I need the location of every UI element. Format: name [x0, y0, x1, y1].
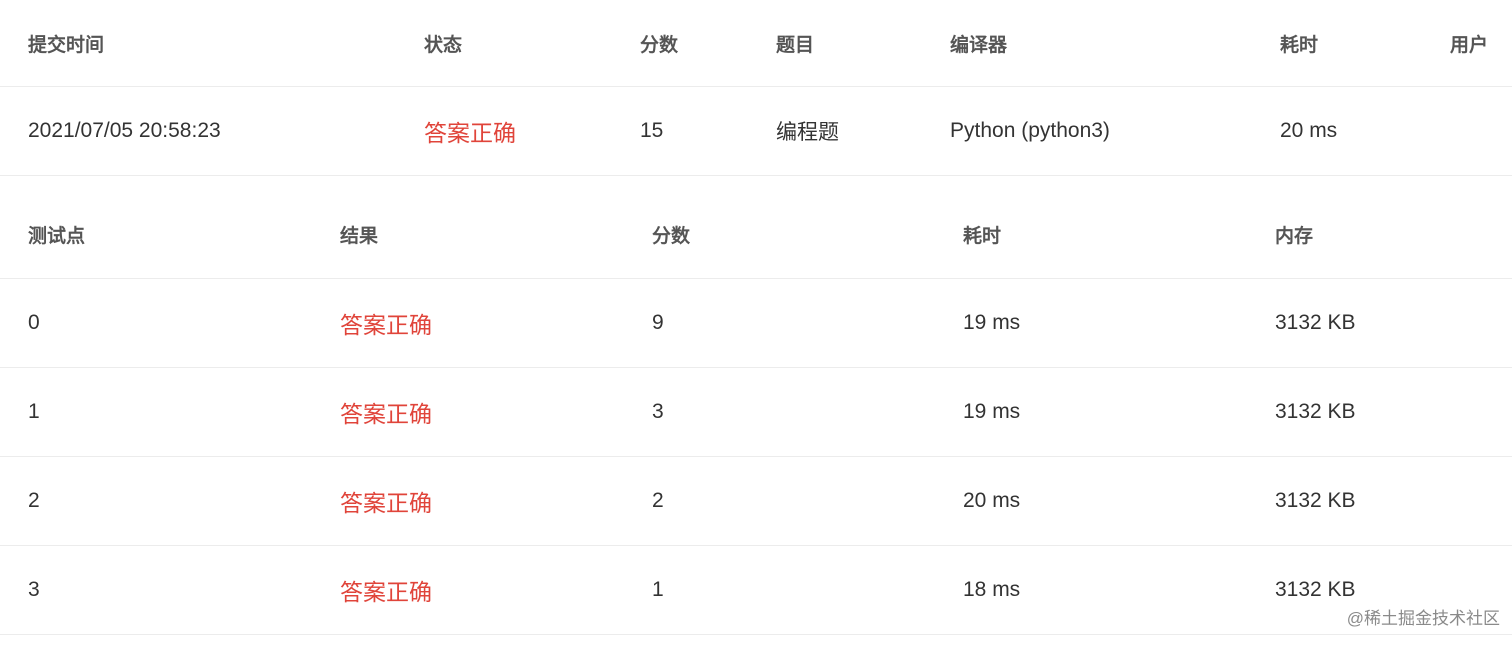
submission-table-header: 提交时间 状态 分数 题目 编译器 耗时 用户	[0, 0, 1512, 87]
testcase-id: 0	[28, 311, 40, 334]
header-testcase-score: 分数	[652, 225, 691, 247]
table-row: 1 答案正确 3 19 ms 3132 KB	[0, 368, 1512, 457]
testcase-score: 2	[652, 489, 664, 512]
submission-detail-page: 提交时间 状态 分数 题目 编译器 耗时 用户 2021/07/05 20:58…	[0, 0, 1512, 645]
testcase-table-header: 测试点 结果 分数 耗时 内存	[0, 190, 1512, 279]
watermark: @稀土掘金技术社区	[1346, 609, 1500, 628]
problem-link[interactable]: 编程题	[776, 87, 839, 175]
submission-elapsed: 20 ms	[1280, 119, 1338, 142]
testcase-result: 答案正确	[340, 401, 432, 427]
submission-score: 15	[640, 119, 664, 142]
testcase-memory: 3132 KB	[1275, 400, 1356, 423]
testcase-score: 3	[652, 400, 664, 423]
testcase-result: 答案正确	[340, 312, 432, 338]
header-result: 结果	[340, 225, 379, 247]
header-testcase-elapsed: 耗时	[963, 225, 1002, 247]
testcase-memory: 3132 KB	[1275, 489, 1356, 512]
submission-row: 2021/07/05 20:58:23 答案正确 15 编程题 Python (…	[0, 87, 1512, 176]
table-row: 2 答案正确 2 20 ms 3132 KB	[0, 457, 1512, 546]
testcase-id: 2	[28, 489, 40, 512]
testcase-id: 1	[28, 400, 40, 423]
testcase-result: 答案正确	[340, 490, 432, 516]
header-submit-time: 提交时间	[28, 34, 105, 56]
testcase-score: 1	[652, 578, 664, 601]
testcase-score: 9	[652, 311, 664, 334]
header-elapsed: 耗时	[1280, 34, 1319, 56]
testcase-elapsed: 19 ms	[963, 311, 1021, 334]
testcase-elapsed: 18 ms	[963, 578, 1021, 601]
testcase-memory: 3132 KB	[1275, 311, 1356, 334]
header-testcase: 测试点	[28, 225, 86, 247]
testcase-result: 答案正确	[340, 579, 432, 605]
testcase-elapsed: 20 ms	[963, 489, 1021, 512]
header-memory: 内存	[1275, 225, 1314, 247]
header-user: 用户	[1450, 34, 1489, 56]
testcase-id: 3	[28, 578, 40, 601]
table-row: 3 答案正确 1 18 ms 3132 KB	[0, 546, 1512, 635]
submit-time: 2021/07/05 20:58:23	[28, 119, 221, 142]
testcase-elapsed: 19 ms	[963, 400, 1021, 423]
header-compiler: 编译器	[950, 34, 1008, 56]
header-score: 分数	[640, 34, 679, 56]
compiler-value: Python (python3)	[950, 119, 1110, 142]
submission-status: 答案正确	[424, 120, 516, 146]
header-status: 状态	[424, 34, 463, 56]
table-row: 0 答案正确 9 19 ms 3132 KB	[0, 279, 1512, 368]
testcase-memory: 3132 KB	[1275, 578, 1356, 601]
header-problem: 题目	[776, 34, 815, 56]
